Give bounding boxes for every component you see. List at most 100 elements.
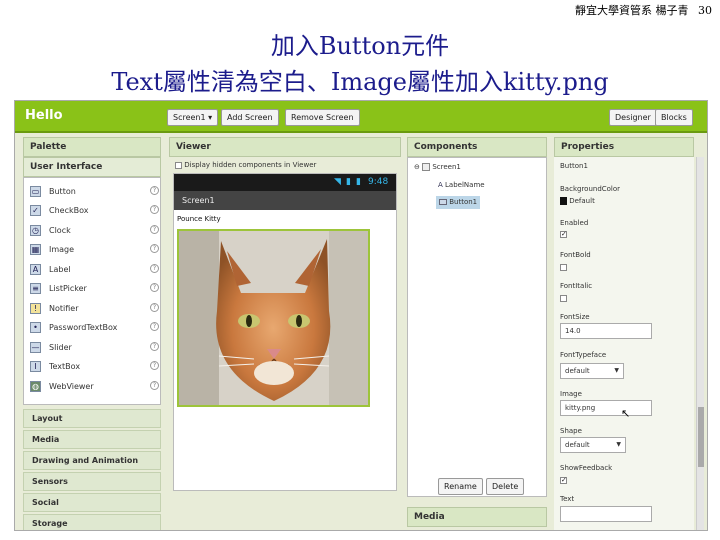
help-icon[interactable]: ? bbox=[150, 264, 159, 273]
category-media[interactable]: Media bbox=[23, 430, 161, 449]
image-picker[interactable]: kitty.png bbox=[560, 400, 652, 416]
help-icon[interactable]: ? bbox=[150, 244, 159, 253]
font-bold-checkbox[interactable] bbox=[560, 264, 567, 271]
palette-item[interactable]: ≡ ListPicker ? bbox=[30, 281, 159, 299]
palette-item[interactable]: ▭ Button ? bbox=[30, 184, 159, 202]
palette-item-label: Slider bbox=[49, 343, 72, 352]
help-icon[interactable]: ? bbox=[150, 303, 159, 312]
button1-preview[interactable] bbox=[177, 229, 370, 407]
palette-item[interactable]: A Label ? bbox=[30, 262, 159, 280]
palette-item[interactable]: — Slider ? bbox=[30, 340, 159, 358]
font-size-input[interactable]: 14.0 bbox=[560, 323, 652, 339]
palette-item[interactable]: I TextBox ? bbox=[30, 359, 159, 377]
category-drawing-animation[interactable]: Drawing and Animation bbox=[23, 451, 161, 470]
phone-title-bar: Screen1 bbox=[174, 191, 396, 210]
enabled-checkbox[interactable]: ✓ bbox=[560, 231, 567, 238]
shape-value: default bbox=[565, 441, 590, 449]
battery-icon: ▮ bbox=[356, 177, 361, 187]
category-storage[interactable]: Storage bbox=[23, 514, 161, 530]
page-number: 30 bbox=[698, 4, 712, 17]
textbox-icon: I bbox=[30, 361, 41, 372]
rename-button[interactable]: Rename bbox=[438, 478, 483, 495]
show-feedback-label: ShowFeedback bbox=[560, 464, 613, 472]
font-italic-checkbox[interactable] bbox=[560, 295, 567, 302]
background-color-value: Default bbox=[569, 197, 595, 205]
palette-item[interactable]: ! Notifier ? bbox=[30, 301, 159, 319]
palette-item[interactable]: ✓ CheckBox ? bbox=[30, 203, 159, 221]
font-italic-label: FontItalic bbox=[560, 282, 593, 290]
properties-panel bbox=[554, 157, 694, 530]
webviewer-icon: ◍ bbox=[30, 381, 41, 392]
text-label: Text bbox=[560, 495, 575, 503]
tree-item-labelname[interactable]: A LabelName bbox=[438, 181, 485, 189]
delete-button[interactable]: Delete bbox=[486, 478, 525, 495]
user-interface-section[interactable]: User Interface bbox=[23, 157, 161, 177]
designer-button[interactable]: Designer bbox=[609, 109, 657, 126]
media-header: Media bbox=[407, 507, 547, 527]
status-time: 9:48 bbox=[368, 177, 389, 187]
font-bold-label: FontBold bbox=[560, 251, 591, 259]
hidden-components-toggle[interactable]: Display hidden components in Viewer bbox=[175, 161, 316, 169]
label-name-preview[interactable]: Pounce Kitty bbox=[177, 215, 221, 223]
font-typeface-label: FontTypeface bbox=[560, 351, 607, 359]
collapse-icon[interactable]: ⊖ bbox=[414, 163, 420, 171]
tree-item-screen1[interactable]: ⊖ Screen1 bbox=[414, 163, 461, 171]
scrollbar-thumb[interactable] bbox=[698, 407, 704, 467]
category-social[interactable]: Social bbox=[23, 493, 161, 512]
add-screen-button[interactable]: Add Screen bbox=[221, 109, 279, 126]
palette-item-label: ListPicker bbox=[49, 284, 87, 293]
help-icon[interactable]: ? bbox=[150, 361, 159, 370]
viewer-header: Viewer bbox=[169, 137, 401, 157]
help-icon[interactable]: ? bbox=[150, 342, 159, 351]
image-icon: ▦ bbox=[30, 244, 41, 255]
palette-item-label: CheckBox bbox=[49, 206, 89, 215]
help-icon[interactable]: ? bbox=[150, 205, 159, 214]
help-icon[interactable]: ? bbox=[150, 186, 159, 195]
palette-item[interactable]: • PasswordTextBox ? bbox=[30, 320, 159, 338]
remove-screen-button[interactable]: Remove Screen bbox=[285, 109, 360, 126]
background-color-field[interactable]: Default bbox=[560, 197, 595, 205]
components-tree: ⊖ Screen1 A LabelName Button1 Rename Del… bbox=[407, 157, 547, 497]
help-icon[interactable]: ? bbox=[150, 381, 159, 390]
show-feedback-checkbox[interactable]: ✓ bbox=[560, 477, 567, 484]
category-sensors[interactable]: Sensors bbox=[23, 472, 161, 491]
mouse-cursor-icon: ↖ bbox=[621, 407, 631, 420]
hidden-components-label: Display hidden components in Viewer bbox=[184, 161, 317, 169]
font-typeface-dropdown[interactable]: default ▼ bbox=[560, 363, 624, 379]
enabled-label: Enabled bbox=[560, 219, 589, 227]
wifi-icon: ◥ bbox=[334, 177, 341, 187]
color-swatch bbox=[560, 197, 567, 205]
palette-item[interactable]: ◍ WebViewer ? bbox=[30, 379, 159, 397]
phone-screen-title: Screen1 bbox=[182, 196, 215, 205]
selected-component-name: Button1 bbox=[560, 162, 588, 170]
signal-icon: ▮ bbox=[346, 177, 351, 187]
tree-item-button1[interactable]: Button1 bbox=[436, 196, 481, 209]
label-icon: A bbox=[438, 181, 443, 189]
palette-item[interactable]: ▦ Image ? bbox=[30, 242, 159, 260]
palette-item-label: Image bbox=[49, 245, 75, 254]
image-label: Image bbox=[560, 390, 582, 398]
text-input[interactable] bbox=[560, 506, 652, 522]
palette-item-label: Label bbox=[49, 265, 71, 274]
app-inventor-screenshot: Hello Screen1 ▾ Add Screen Remove Screen… bbox=[14, 100, 708, 531]
blocks-button[interactable]: Blocks bbox=[655, 109, 693, 126]
screen-dropdown[interactable]: Screen1 ▾ bbox=[167, 109, 219, 126]
help-icon[interactable]: ? bbox=[150, 322, 159, 331]
label-icon: A bbox=[30, 264, 41, 275]
checkbox[interactable] bbox=[175, 161, 182, 169]
palette-item-label: Button bbox=[49, 187, 76, 196]
tree-item-label: Screen1 bbox=[432, 163, 461, 171]
password-icon: • bbox=[30, 322, 41, 333]
notifier-icon: ! bbox=[30, 303, 41, 314]
shape-dropdown[interactable]: default ▼ bbox=[560, 437, 626, 453]
help-icon[interactable]: ? bbox=[150, 225, 159, 234]
status-bar: ◥ ▮ ▮ 9:48 bbox=[174, 174, 396, 191]
project-name: Hello bbox=[25, 108, 63, 123]
slide-title-line2: Text屬性清為空白、Image屬性加入kitty.png bbox=[111, 68, 609, 96]
font-typeface-value: default bbox=[565, 367, 590, 375]
scrollbar[interactable] bbox=[696, 157, 704, 530]
palette-item[interactable]: ◷ Clock ? bbox=[30, 223, 159, 241]
category-layout[interactable]: Layout bbox=[23, 409, 161, 428]
screen-icon bbox=[422, 163, 431, 171]
help-icon[interactable]: ? bbox=[150, 283, 159, 292]
